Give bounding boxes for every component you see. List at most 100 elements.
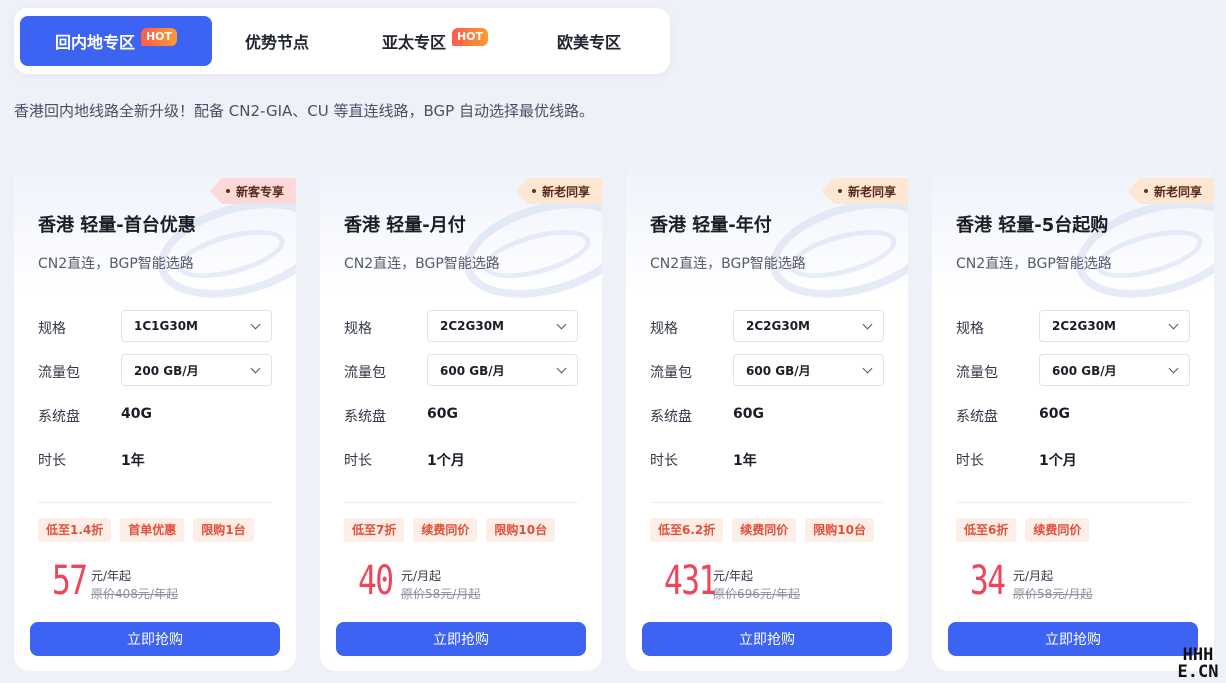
traffic-label: 流量包 [344, 365, 386, 381]
card-title: 香港 轻量-年付 [650, 215, 772, 236]
price-unit: 元/年起 [713, 569, 754, 583]
chevron-down-icon [556, 319, 567, 330]
spec-select[interactable]: 1C1G30M [121, 310, 272, 342]
traffic-label: 流量包 [38, 365, 80, 381]
buy-now-button[interactable]: 立即抢购 [336, 622, 586, 656]
duration-value: 1年 [733, 453, 757, 469]
hot-badge: HOT [451, 28, 489, 46]
disk-value: 60G [427, 406, 458, 422]
product-card: 新老同享 香港 轻量-月付 CN2直连，BGP智能选路 规格 2C2G30M 流… [320, 164, 602, 671]
traffic-label: 流量包 [956, 365, 998, 381]
traffic-label: 流量包 [650, 365, 692, 381]
chevron-down-icon [862, 319, 873, 330]
price-value: 431 [664, 558, 717, 604]
disk-label: 系统盘 [344, 409, 386, 425]
price-value: 40 [358, 558, 394, 604]
traffic-select[interactable]: 600 GB/月 [733, 354, 884, 386]
spec-label: 规格 [956, 321, 984, 337]
product-card: 新老同享 香港 轻量-年付 CN2直连，BGP智能选路 规格 2C2G30M 流… [626, 164, 908, 671]
price-unit: 元/月起 [1013, 569, 1054, 583]
duration-label: 时长 [344, 453, 372, 469]
spec-label: 规格 [38, 321, 66, 337]
traffic-select[interactable]: 600 GB/月 [1039, 354, 1190, 386]
card-subtitle: CN2直连，BGP智能选路 [344, 256, 500, 272]
promo-chips: 低至1.4折 首单优惠 限购1台 [38, 518, 254, 542]
original-price: 原价696元/年起 [713, 587, 800, 601]
divider [38, 502, 272, 503]
disk-value: 60G [733, 406, 764, 422]
card-title: 香港 轻量-首台优惠 [38, 215, 196, 236]
divider [956, 502, 1190, 503]
tab-advantage-nodes[interactable]: 优势节点 [214, 16, 340, 66]
disk-value: 40G [121, 406, 152, 422]
disk-label: 系统盘 [650, 409, 692, 425]
tab-mainland[interactable]: 回内地专区 HOT [20, 16, 212, 66]
duration-value: 1个月 [1039, 453, 1077, 469]
promo-chips: 低至7折 续费同价 限购10台 [344, 518, 556, 542]
tab-label: 优势节点 [244, 33, 309, 52]
promo-chip: 限购1台 [193, 518, 254, 542]
disk-label: 系统盘 [956, 409, 998, 425]
traffic-select[interactable]: 200 GB/月 [121, 354, 272, 386]
divider [344, 502, 578, 503]
spec-select[interactable]: 2C2G30M [427, 310, 578, 342]
promo-chip: 低至6.2折 [650, 518, 724, 542]
tab-europe-america[interactable]: 欧美专区 [522, 16, 656, 66]
promo-chip: 限购10台 [805, 518, 874, 542]
traffic-select[interactable]: 600 GB/月 [427, 354, 578, 386]
card-title: 香港 轻量-月付 [344, 215, 466, 236]
duration-label: 时长 [956, 453, 984, 469]
card-title: 香港 轻量-5台起购 [956, 215, 1109, 236]
promo-chip: 限购10台 [486, 518, 556, 542]
tab-label: 回内地专区 [54, 33, 135, 52]
tab-asia-pacific[interactable]: 亚太专区 HOT [350, 16, 520, 66]
spec-select[interactable]: 2C2G30M [1039, 310, 1190, 342]
card-subtitle: CN2直连，BGP智能选路 [650, 256, 806, 272]
promo-chip: 续费同价 [413, 518, 478, 542]
price-value: 57 [52, 558, 88, 604]
chevron-down-icon [862, 363, 873, 374]
tab-label: 亚太专区 [381, 33, 446, 52]
disk-value: 60G [1039, 406, 1070, 422]
price-unit: 元/年起 [91, 569, 132, 583]
original-price: 原价408元/年起 [91, 587, 178, 601]
duration-value: 1个月 [427, 453, 465, 469]
chevron-down-icon [250, 363, 261, 374]
watermark-logo: HHH E.CN [1177, 645, 1219, 682]
region-description: 香港回内地线路全新升级！配备 CN2-GIA、CU 等直连线路，BGP 自动选择… [14, 102, 594, 120]
promo-chip: 续费同价 [732, 518, 797, 542]
offer-tag: 新老同享 [1127, 178, 1214, 204]
chevron-down-icon [556, 363, 567, 374]
price-unit: 元/月起 [401, 569, 442, 583]
hot-badge: HOT [140, 28, 178, 46]
promo-chip: 低至6折 [956, 518, 1017, 542]
duration-label: 时长 [38, 453, 66, 469]
promo-chips: 低至6折 续费同价 [956, 518, 1090, 542]
original-price: 原价58元/月起 [401, 587, 481, 601]
spec-label: 规格 [344, 321, 372, 337]
buy-now-button[interactable]: 立即抢购 [948, 622, 1198, 656]
product-card: 新客专享 香港 轻量-首台优惠 CN2直连，BGP智能选路 规格 1C1G30M… [14, 164, 296, 671]
disk-label: 系统盘 [38, 409, 80, 425]
card-subtitle: CN2直连，BGP智能选路 [956, 256, 1112, 272]
duration-value: 1年 [121, 453, 145, 469]
original-price: 原价58元/月起 [1013, 587, 1093, 601]
chevron-down-icon [1168, 319, 1179, 330]
spec-select[interactable]: 2C2G30M [733, 310, 884, 342]
chevron-down-icon [250, 319, 261, 330]
buy-now-button[interactable]: 立即抢购 [642, 622, 892, 656]
offer-tag: 新老同享 [515, 178, 602, 204]
offer-tag: 新客专享 [209, 178, 296, 204]
offer-tag: 新老同享 [821, 178, 908, 204]
spec-label: 规格 [650, 321, 678, 337]
divider [650, 502, 884, 503]
price-value: 34 [970, 558, 1006, 604]
promo-chip: 续费同价 [1025, 518, 1090, 542]
chevron-down-icon [1168, 363, 1179, 374]
region-tabs: 回内地专区 HOT 优势节点 亚太专区 HOT 欧美专区 [14, 8, 670, 74]
tab-label: 欧美专区 [556, 33, 621, 52]
promo-chip: 首单优惠 [120, 518, 185, 542]
buy-now-button[interactable]: 立即抢购 [30, 622, 280, 656]
promo-chip: 低至1.4折 [38, 518, 112, 542]
card-subtitle: CN2直连，BGP智能选路 [38, 256, 194, 272]
